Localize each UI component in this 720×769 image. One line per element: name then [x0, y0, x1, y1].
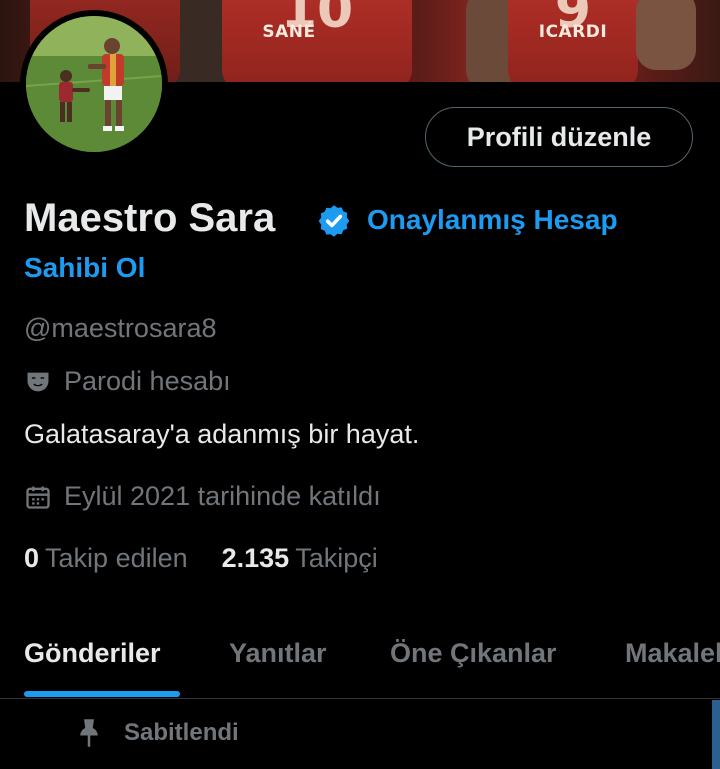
following-label: Takip edilen: [45, 543, 188, 573]
banner-jersey-right: 9 ICARDI: [508, 0, 638, 82]
avatar-photo: [26, 16, 162, 152]
verified-badge-icon[interactable]: [316, 203, 352, 239]
scrollbar[interactable]: [712, 700, 720, 769]
parody-label-text: Parodi hesabı: [64, 366, 231, 396]
tab-highlights[interactable]: Öne Çıkanlar: [390, 638, 557, 669]
calendar-icon: [26, 486, 50, 509]
get-verified-link[interactable]: Onaylanmış Hesap: [367, 204, 618, 236]
banner-jersey-center: 10 SANÉ: [222, 0, 412, 82]
followers-label: Takipçi: [295, 543, 378, 573]
following-count: 0: [24, 543, 40, 573]
jersey-name: SANÉ: [262, 22, 316, 42]
theater-mask-icon: [27, 372, 49, 391]
followers-count: 2.135: [221, 543, 290, 573]
followers-link[interactable]: 2.135 Takipçi: [222, 543, 378, 574]
banner-player-arm: [466, 0, 514, 82]
edit-profile-button[interactable]: Profili düzenle: [425, 107, 693, 167]
display-name: Maestro Sara: [24, 196, 276, 240]
tab-replies[interactable]: Yanıtlar: [229, 638, 327, 669]
join-date-text: Eylül 2021 tarihinde katıldı: [64, 481, 381, 511]
get-verified-link-continued[interactable]: Sahibi Ol: [24, 252, 145, 284]
banner-player-arm: [636, 0, 696, 70]
pin-icon: [80, 719, 98, 747]
join-date: Eylül 2021 tarihinde katıldı: [24, 481, 381, 512]
following-link[interactable]: 0 Takip edilen: [24, 543, 188, 574]
pinned-post-header: Sabitlendi: [76, 718, 239, 748]
username-handle: @maestrosara8: [24, 313, 217, 343]
jersey-name: ICARDI: [538, 22, 608, 42]
avatar-image: [26, 16, 162, 152]
active-tab-indicator: [24, 691, 180, 697]
profile-tabs: Gönderiler Yanıtlar Öne Çıkanlar Makalel…: [0, 612, 720, 699]
tab-articles[interactable]: Makaleler: [625, 638, 720, 669]
tab-posts[interactable]: Gönderiler: [24, 638, 161, 669]
pinned-label: Sabitlendi: [124, 719, 239, 746]
profile-bio: Galatasaray'a adanmış bir hayat.: [24, 419, 420, 449]
avatar[interactable]: [20, 10, 168, 158]
follow-stats: 0 Takip edilen 2.135 Takipçi: [24, 543, 378, 574]
parody-account-label: Parodi hesabı: [24, 366, 231, 397]
